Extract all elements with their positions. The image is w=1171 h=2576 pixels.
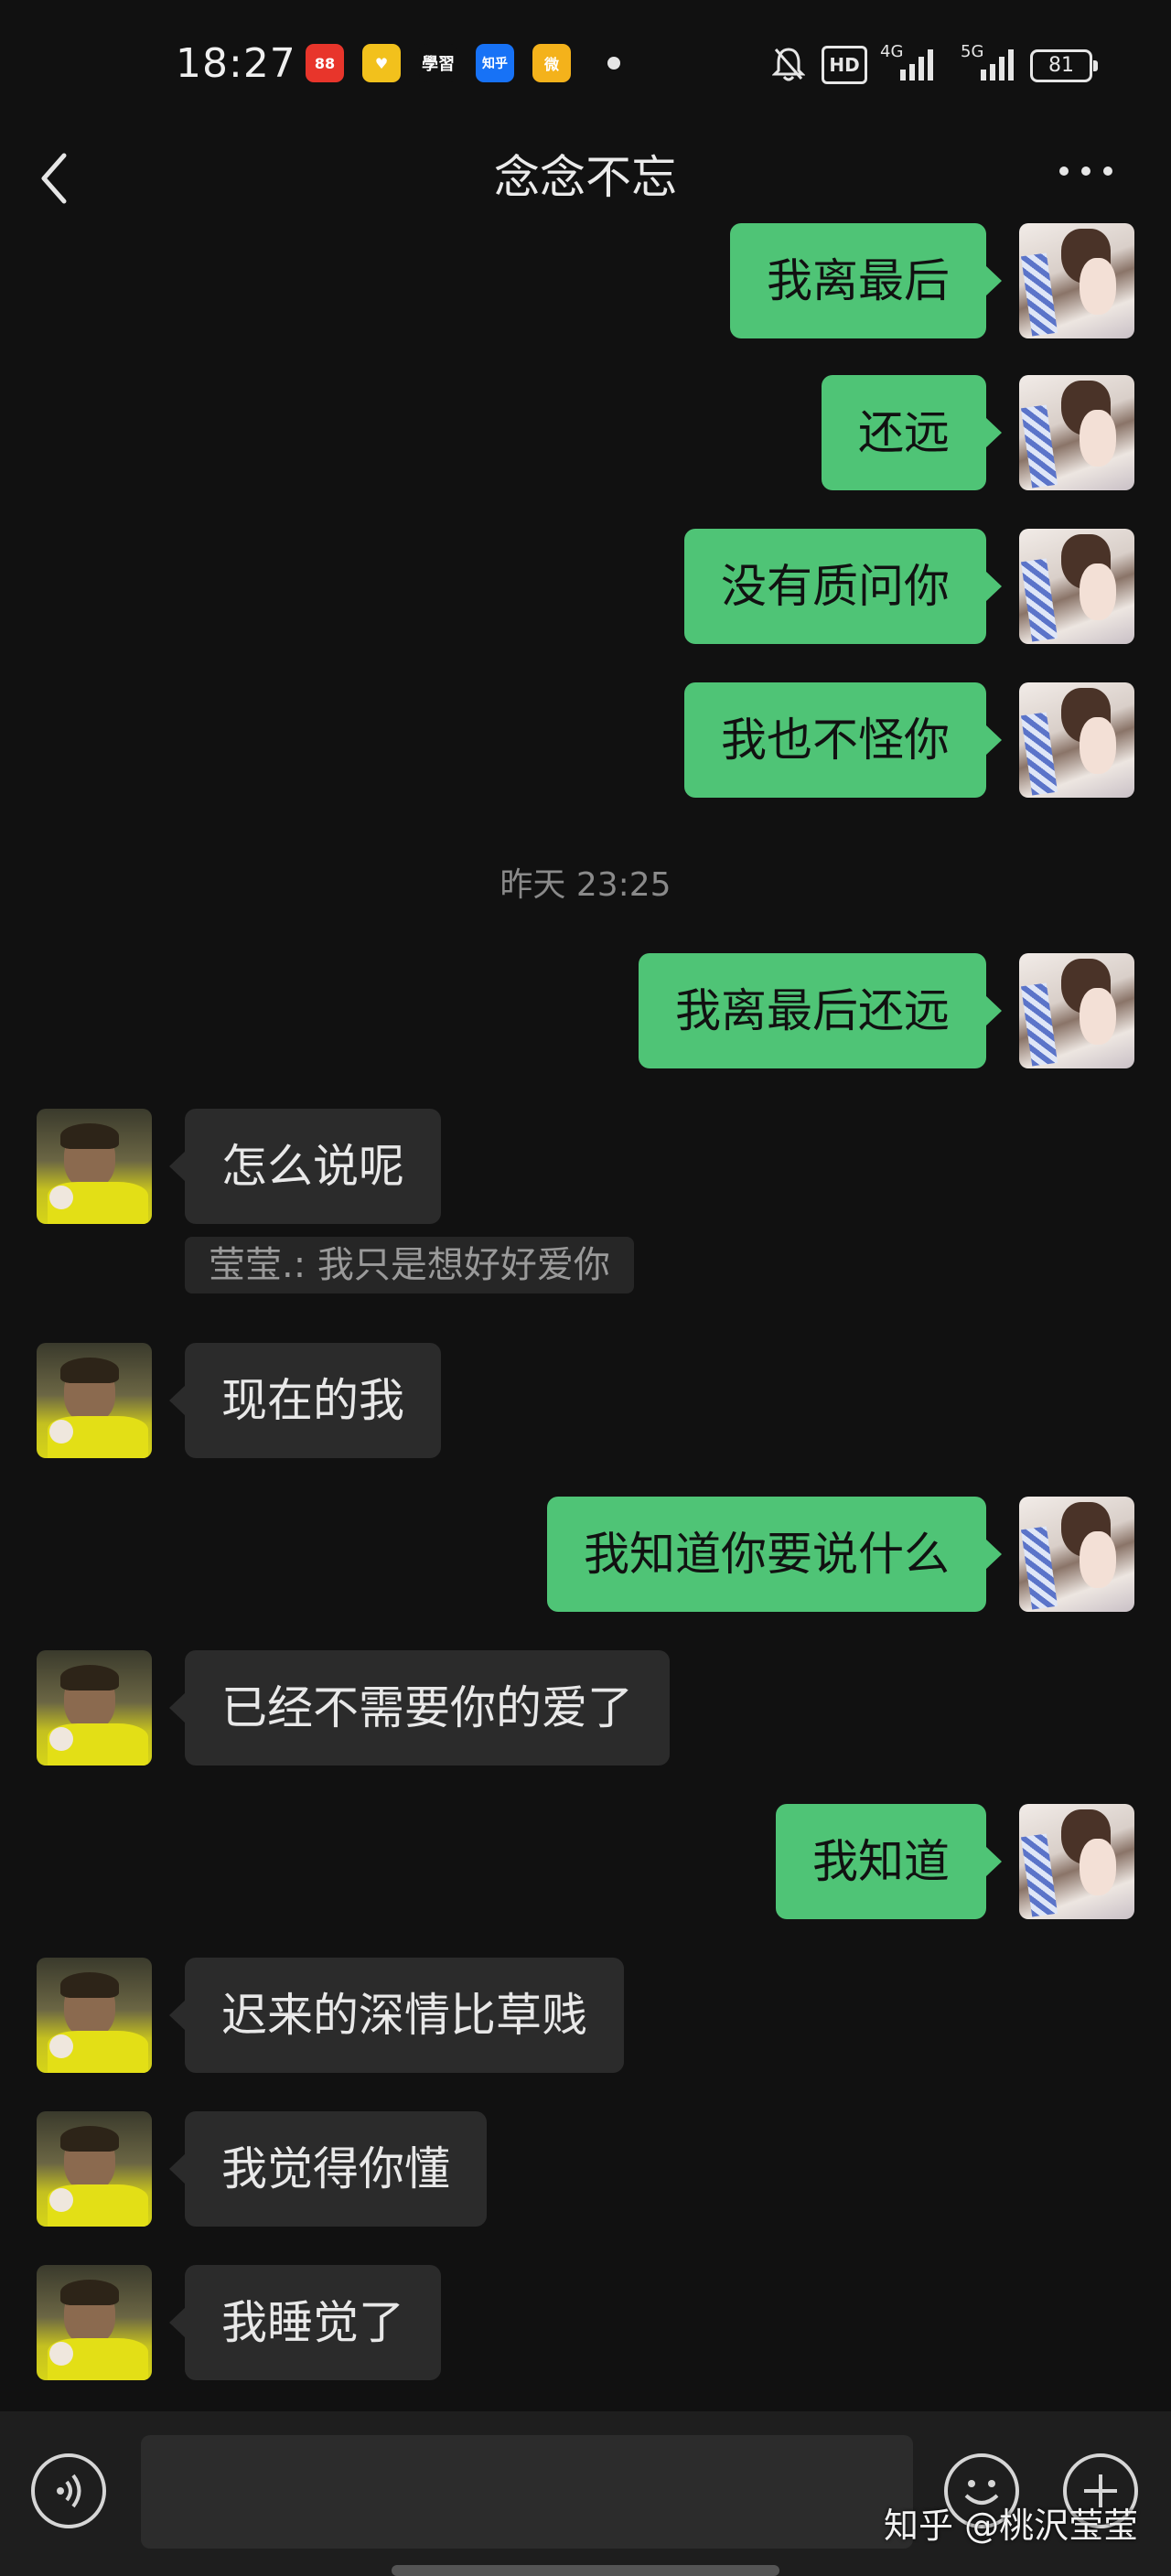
contact-avatar[interactable] (37, 2265, 152, 2380)
voice-icon (57, 2474, 81, 2508)
my-avatar[interactable] (1019, 529, 1134, 644)
mute-bell-icon (772, 48, 805, 81)
my-avatar[interactable] (1019, 375, 1134, 490)
yellow-app-icon: ♥ (362, 44, 401, 82)
contact-avatar[interactable] (37, 1343, 152, 1458)
more-options-icon[interactable] (1056, 157, 1116, 185)
contact-avatar[interactable] (37, 2111, 152, 2227)
hd-icon: HD (822, 46, 867, 84)
status-bar: 18:27 88 ♥ 學習 知乎 微 HD 4G 5G 81 (0, 0, 1171, 128)
xuexi-icon: 學習 (419, 44, 457, 82)
watermark: 知乎 @桃沢莹莹 (884, 2506, 1139, 2546)
weibo-icon: 微 (532, 44, 571, 82)
notification-dot-icon (607, 57, 620, 70)
status-time: 18:27 (176, 40, 296, 87)
signal-4g-icon (900, 49, 933, 80)
message-bubble-sent[interactable]: 还远 (822, 375, 1002, 490)
message-bubble-sent[interactable]: 我知道你要说什么 (547, 1497, 1002, 1612)
message-timestamp: 昨天 23:25 (500, 866, 671, 904)
message-bubble-sent[interactable]: 没有质问你 (684, 529, 1002, 644)
message-bubble-received[interactable]: 怎么说呢 (169, 1109, 441, 1224)
message-bubble-sent[interactable]: 我也不怪你 (684, 682, 1002, 798)
message-bubble-sent[interactable]: 我离最后还远 (639, 953, 1002, 1068)
my-avatar[interactable] (1019, 953, 1134, 1068)
zhihu-icon: 知乎 (476, 44, 514, 82)
voice-input-button[interactable] (31, 2453, 106, 2528)
message-bubble-received[interactable]: 现在的我 (169, 1343, 441, 1458)
home-indicator[interactable] (392, 2565, 779, 2576)
contact-avatar[interactable] (37, 1650, 152, 1766)
signal-5g-icon (981, 49, 1014, 80)
kuaishou-icon: 88 (306, 44, 344, 82)
my-avatar[interactable] (1019, 1497, 1134, 1612)
message-bubble-sent[interactable]: 我离最后 (730, 223, 1002, 338)
message-bubble-received[interactable]: 迟来的深情比草贱 (169, 1958, 624, 2073)
my-avatar[interactable] (1019, 223, 1134, 338)
contact-avatar[interactable] (37, 1958, 152, 2073)
message-bubble-received[interactable]: 我觉得你懂 (169, 2111, 487, 2227)
chat-title: 念念不忘 (494, 151, 677, 204)
contact-avatar[interactable] (37, 1109, 152, 1224)
battery-icon: 81 (1030, 49, 1098, 82)
message-input[interactable] (141, 2435, 913, 2549)
my-avatar[interactable] (1019, 1804, 1134, 1919)
message-bubble-received[interactable]: 我睡觉了 (169, 2265, 441, 2380)
message-bubble-received[interactable]: 已经不需要你的爱了 (169, 1650, 670, 1766)
my-avatar[interactable] (1019, 682, 1134, 798)
message-bubble-sent[interactable]: 我知道 (776, 1804, 1002, 1919)
quoted-message[interactable]: 莹莹.: 我只是想好好爱你 (185, 1237, 634, 1293)
